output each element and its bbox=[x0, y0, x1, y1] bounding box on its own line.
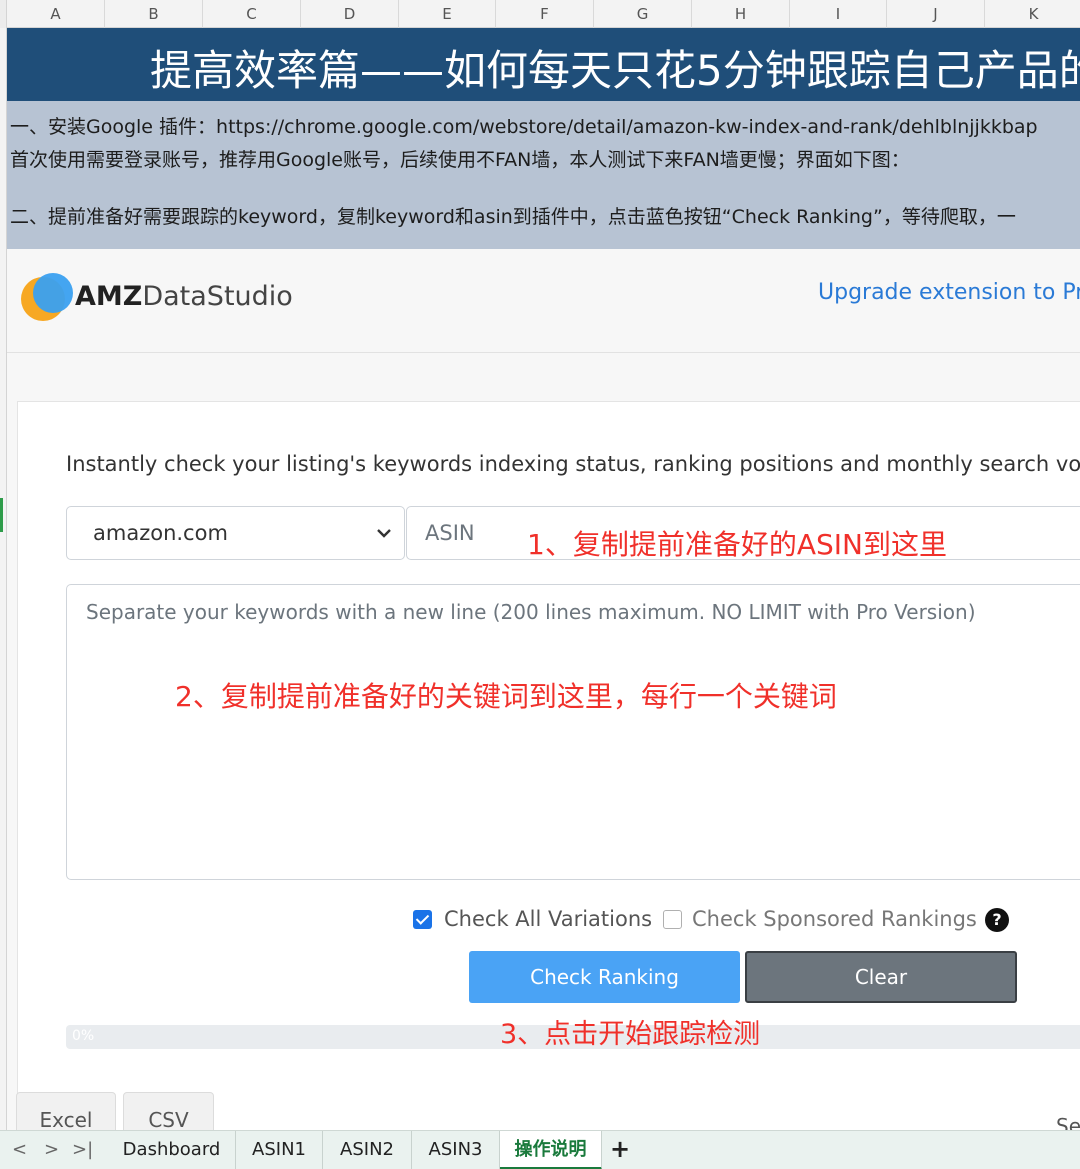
column-header-c[interactable]: C bbox=[203, 0, 301, 28]
instruction-line-1: 一、安装Google 插件：https://chrome.google.com/… bbox=[10, 116, 1038, 138]
column-header-h[interactable]: H bbox=[692, 0, 790, 28]
column-header-j[interactable]: J bbox=[887, 0, 985, 28]
row-header-strip[interactable] bbox=[0, 28, 7, 1130]
export-excel-tab[interactable]: Excel bbox=[16, 1092, 116, 1130]
brand-name: AMZDataStudio bbox=[75, 281, 293, 312]
prev-sheet-icon[interactable]: < bbox=[12, 1139, 27, 1160]
instruction-line-3: 二、提前准备好需要跟踪的keyword，复制keyword和asin到插件中，点… bbox=[10, 206, 1016, 228]
check-ranking-button[interactable]: Check Ranking bbox=[469, 951, 740, 1003]
tab-asin2[interactable]: ASIN2 bbox=[323, 1131, 412, 1169]
keywords-placeholder: Separate your keywords with a new line (… bbox=[86, 600, 976, 624]
last-sheet-icon[interactable]: >| bbox=[72, 1139, 93, 1160]
sheet-title: 提高效率篇——如何每天只花5分钟跟踪自己产品的 bbox=[150, 46, 1080, 95]
column-header-i[interactable]: I bbox=[790, 0, 887, 28]
column-header-f[interactable]: F bbox=[496, 0, 594, 28]
add-sheet-icon[interactable]: + bbox=[610, 1135, 630, 1163]
column-header-a[interactable]: A bbox=[7, 0, 105, 28]
upgrade-link[interactable]: Upgrade extension to Pr bbox=[818, 280, 1080, 305]
column-header-g[interactable]: G bbox=[594, 0, 692, 28]
progress-label: 0% bbox=[72, 1028, 95, 1044]
check-all-variations-label[interactable]: Check All Variations bbox=[444, 907, 652, 931]
clear-button[interactable]: Clear bbox=[745, 951, 1017, 1003]
check-sponsored-label[interactable]: Check Sponsored Rankings bbox=[692, 907, 977, 931]
column-header-k[interactable]: K bbox=[985, 0, 1080, 28]
keywords-textarea[interactable]: Separate your keywords with a new line (… bbox=[66, 584, 1080, 880]
chevron-down-icon bbox=[377, 529, 391, 538]
asin-placeholder: ASIN bbox=[425, 521, 475, 545]
tab-dashboard[interactable]: Dashboard bbox=[108, 1131, 236, 1169]
amzdatastudio-logo-icon bbox=[21, 273, 73, 323]
check-all-variations-checkbox[interactable] bbox=[413, 910, 432, 929]
sheet-tab-bar: < > >| Dashboard ASIN1 ASIN2 ASIN3 操作说明 … bbox=[0, 1130, 1080, 1169]
help-icon[interactable]: ? bbox=[985, 908, 1009, 932]
annotation-keywords: 2、复制提前准备好的关键词到这里，每行一个关键词 bbox=[175, 680, 837, 713]
selected-row-indicator bbox=[0, 498, 3, 532]
tab-asin1[interactable]: ASIN1 bbox=[236, 1131, 323, 1169]
marketplace-value: amazon.com bbox=[93, 521, 228, 545]
instruction-line-2: 首次使用需要登录账号，推荐用Google账号，后续使用不FAN墙，本人测试下来F… bbox=[10, 149, 910, 171]
column-header-row: A B C D E F G H I J K bbox=[0, 0, 1080, 28]
instructions-cell[interactable]: 一、安装Google 插件：https://chrome.google.com/… bbox=[7, 101, 1080, 249]
title-cell[interactable]: 提高效率篇——如何每天只花5分钟跟踪自己产品的 bbox=[7, 28, 1080, 101]
extension-screenshot[interactable]: AMZDataStudio Upgrade extension to Pr In… bbox=[7, 249, 1080, 1130]
rank-checker-card: Instantly check your listing's keywords … bbox=[17, 401, 1080, 1130]
annotation-check: 3、点击开始跟踪检测 bbox=[500, 1019, 761, 1050]
tab-instructions[interactable]: 操作说明 bbox=[500, 1131, 602, 1169]
extension-navbar: AMZDataStudio Upgrade extension to Pr bbox=[7, 249, 1080, 353]
check-sponsored-checkbox[interactable] bbox=[663, 910, 682, 929]
truncated-search-label: Se bbox=[1056, 1114, 1080, 1130]
annotation-asin: 1、复制提前准备好的ASIN到这里 bbox=[527, 528, 947, 561]
column-header-e[interactable]: E bbox=[399, 0, 496, 28]
column-header-b[interactable]: B bbox=[105, 0, 203, 28]
marketplace-select[interactable]: amazon.com bbox=[66, 506, 405, 560]
column-header-d[interactable]: D bbox=[301, 0, 399, 28]
next-sheet-icon[interactable]: > bbox=[44, 1139, 59, 1160]
export-csv-tab[interactable]: CSV bbox=[123, 1092, 214, 1130]
tool-description: Instantly check your listing's keywords … bbox=[66, 452, 1080, 476]
select-all-corner[interactable] bbox=[0, 0, 7, 28]
tab-asin3[interactable]: ASIN3 bbox=[412, 1131, 500, 1169]
